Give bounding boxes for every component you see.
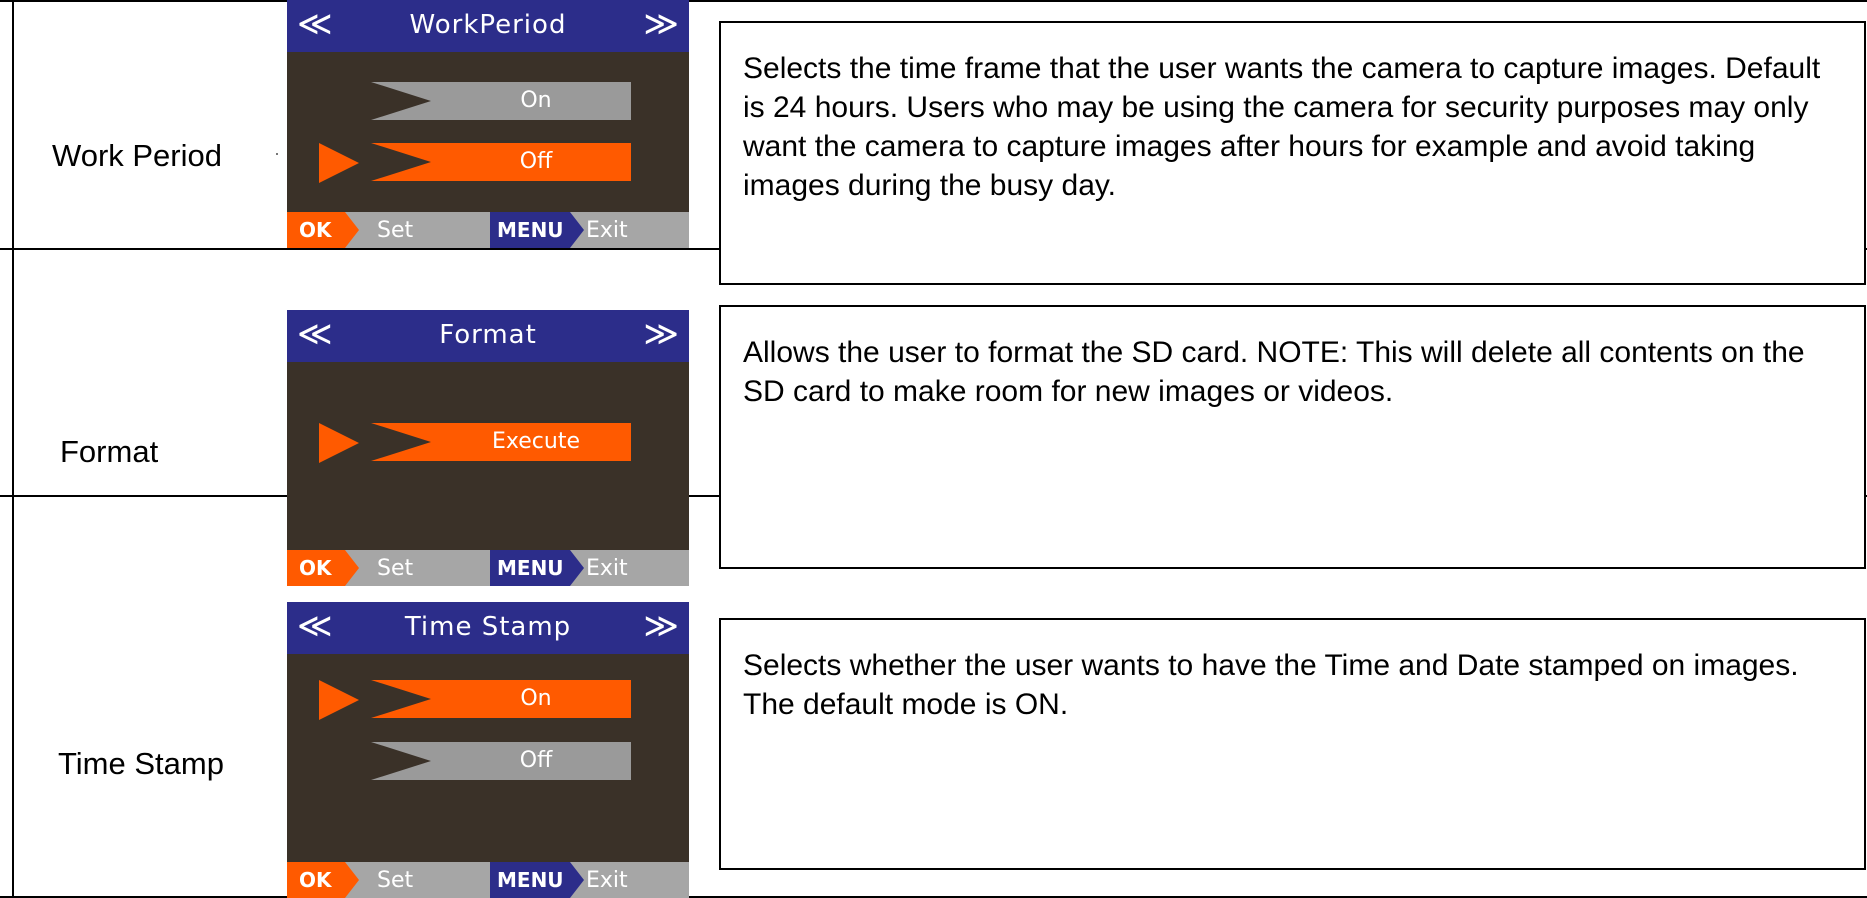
next-page-icon[interactable]: ≫: [643, 4, 679, 44]
ok-key-tip: [345, 550, 359, 586]
menu-key-label: MENU: [497, 218, 564, 242]
row-label-work-period: Work Period: [52, 138, 222, 173]
chevron-icon: [371, 742, 431, 780]
menu-key-label: MENU: [497, 868, 564, 892]
prev-page-icon[interactable]: ≪: [297, 606, 333, 646]
description-time-stamp: Selects whether the user wants to have t…: [719, 618, 1866, 870]
chevron-icon: [371, 680, 431, 718]
stray-mark: [276, 153, 278, 155]
prev-page-icon[interactable]: ≪: [297, 314, 333, 354]
option-label: On: [520, 88, 552, 113]
option-on[interactable]: On: [371, 82, 631, 120]
screen-title: WorkPeriod: [409, 10, 567, 40]
description-format: Allows the user to format the SD card. N…: [719, 305, 1866, 569]
screen-title: Format: [439, 320, 537, 350]
table-left-border: [12, 0, 14, 898]
option-on[interactable]: On: [371, 680, 631, 718]
set-label: Set: [377, 868, 414, 893]
menu-key-tip: [570, 550, 584, 586]
option-label: Execute: [492, 429, 580, 454]
exit-label: Exit: [586, 556, 628, 581]
ok-key-label: OK: [299, 556, 332, 580]
screen-title-bar: ≪ WorkPeriod ≫: [287, 0, 689, 52]
chevron-icon: [371, 143, 431, 181]
exit-label: Exit: [586, 218, 628, 243]
menu-key-tip: [570, 212, 584, 248]
next-page-icon[interactable]: ≫: [643, 606, 679, 646]
menu-key-label: MENU: [497, 556, 564, 580]
menu-key-tip: [570, 862, 584, 898]
camera-screen-work-period: ≪ WorkPeriod ≫ On Off OK Set MENU Exit: [287, 0, 689, 248]
next-page-icon[interactable]: ≫: [643, 314, 679, 354]
screen-title-bar: ≪ Format ≫: [287, 310, 689, 362]
table-top-border: [0, 0, 1867, 2]
ok-key-label: OK: [299, 218, 332, 242]
screen-footer: OK Set MENU Exit: [287, 550, 689, 586]
row-label-format: Format: [60, 434, 159, 469]
option-off[interactable]: Off: [371, 143, 631, 181]
ok-key-label: OK: [299, 868, 332, 892]
screen-title-bar: ≪ Time Stamp ≫: [287, 602, 689, 654]
option-label: Off: [519, 149, 553, 174]
selection-cursor-icon: [319, 680, 359, 720]
screen-footer: OK Set MENU Exit: [287, 212, 689, 248]
chevron-icon: [371, 423, 431, 461]
screen-title: Time Stamp: [404, 612, 572, 642]
chevron-icon: [371, 82, 431, 120]
row-label-time-stamp: Time Stamp: [58, 746, 224, 781]
description-work-period: Selects the time frame that the user wan…: [719, 21, 1866, 285]
selection-cursor-icon: [319, 143, 359, 183]
prev-page-icon[interactable]: ≪: [297, 4, 333, 44]
option-label: On: [520, 686, 552, 711]
camera-screen-format: ≪ Format ≫ Execute OK Set MENU Exit: [287, 310, 689, 586]
screen-footer: OK Set MENU Exit: [287, 862, 689, 898]
ok-key-tip: [345, 862, 359, 898]
ok-key-tip: [345, 212, 359, 248]
exit-label: Exit: [586, 868, 628, 893]
selection-cursor-icon: [319, 423, 359, 463]
settings-table: Work Period ≪ WorkPeriod ≫ On Off OK Set…: [0, 0, 1867, 898]
option-off[interactable]: Off: [371, 742, 631, 780]
camera-screen-time-stamp: ≪ Time Stamp ≫ On Off OK Set MENU Exit: [287, 602, 689, 898]
set-label: Set: [377, 556, 414, 581]
option-execute[interactable]: Execute: [371, 423, 631, 461]
set-label: Set: [377, 218, 414, 243]
option-label: Off: [519, 748, 553, 773]
